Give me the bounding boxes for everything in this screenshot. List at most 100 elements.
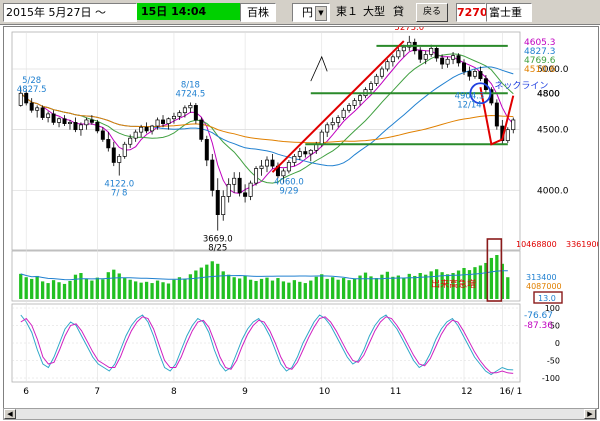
- candle-body: [297, 151, 302, 157]
- candle-body: [210, 159, 215, 191]
- candle-body: [128, 137, 133, 145]
- volume-bar: [73, 274, 78, 299]
- candle-body: [237, 177, 242, 194]
- candle-body: [57, 118, 62, 123]
- volume-bar: [183, 278, 187, 299]
- volume-bar: [281, 281, 286, 299]
- volume-bar: [369, 276, 373, 299]
- candle-body: [193, 105, 198, 121]
- candle-body: [451, 55, 456, 60]
- price-tick-label: 4500.0: [537, 126, 569, 136]
- size-label: 大型: [363, 5, 385, 18]
- currency-select[interactable]: 円 ▼: [292, 3, 330, 22]
- annotation-text: 7/ 8: [111, 189, 127, 199]
- chevron-down-icon[interactable]: ▼: [315, 5, 327, 21]
- volume-bar: [303, 283, 307, 299]
- annotation-text: 8/25: [208, 244, 227, 254]
- volume-bar: [144, 281, 149, 299]
- x-tick-label: 6: [23, 387, 29, 397]
- volume-bar: [68, 280, 72, 299]
- candle-body: [390, 56, 395, 63]
- volume-bar: [413, 275, 417, 299]
- volume-bar: [276, 278, 280, 299]
- price-tick-label: 4000.0: [537, 186, 569, 196]
- date-range-field[interactable]: 2015年 5月27日 ～: [3, 3, 137, 22]
- back-button[interactable]: 戻る: [416, 3, 448, 22]
- candle-body: [100, 130, 105, 140]
- candle-body: [73, 122, 78, 131]
- candle-body: [292, 156, 297, 163]
- scroll-right-icon[interactable]: ▶: [584, 409, 596, 419]
- volume-ma-value-label: 13.0: [538, 294, 556, 303]
- candle-body: [29, 102, 34, 111]
- candle-body: [379, 68, 384, 77]
- candle-body: [199, 119, 204, 140]
- volume-bar: [292, 280, 297, 299]
- volume-bar: [134, 281, 138, 299]
- volume-bar: [112, 269, 116, 299]
- chart-area[interactable]: ネックライン 出来高急増 5000.0 4800 4500.0 4000.0 6 7 8 9 10…: [3, 14, 600, 409]
- candle-body: [221, 196, 226, 216]
- candle-body: [150, 125, 155, 132]
- volume-bar: [79, 273, 83, 299]
- candle-body: [456, 55, 461, 64]
- candle-body: [319, 131, 324, 145]
- x-tick-label: 11: [390, 387, 401, 397]
- candle-body: [243, 192, 248, 197]
- x-tick-label: 8: [171, 387, 177, 397]
- volume-bar: [123, 278, 127, 299]
- volume-bar: [248, 279, 253, 299]
- candle-body: [368, 83, 373, 90]
- candle-body: [117, 156, 122, 163]
- candle-body: [341, 109, 346, 118]
- volume-bar: [227, 274, 231, 299]
- volume-bar: [402, 277, 406, 299]
- candle-body: [472, 71, 477, 77]
- candle-body: [78, 124, 83, 131]
- volume-bar: [363, 272, 368, 299]
- candle-body: [188, 105, 193, 109]
- volume-bar: [35, 275, 39, 299]
- volume-bar: [287, 282, 291, 299]
- candle-body: [177, 112, 182, 117]
- ma-value-label: 4510.6: [524, 65, 556, 75]
- volume-bar: [237, 278, 242, 299]
- candle-body: [445, 58, 450, 65]
- volume-bar: [199, 267, 203, 299]
- annotation-text: 4724.5: [176, 89, 206, 99]
- candle-body: [401, 46, 406, 52]
- volume-bar: [396, 275, 400, 299]
- volume-bar: [24, 277, 28, 299]
- volume-bar: [194, 270, 198, 299]
- oscillator-slow-line: [20, 316, 514, 374]
- candle-body: [133, 131, 138, 139]
- candle-body: [281, 170, 286, 177]
- chart-toolbar: 2015年 5月27日 ～ 15日 14:04 百株 円 ▼ 東１ 大型 貸 戻る…: [0, 0, 600, 25]
- candle-body: [358, 95, 363, 101]
- volume-bar: [205, 264, 209, 299]
- candle-body: [505, 129, 510, 141]
- margin-label: 貸: [393, 5, 404, 18]
- candle-body: [418, 50, 423, 60]
- oscillator-value-label: -76.67: [524, 311, 553, 321]
- moving-average-line: [20, 92, 514, 144]
- pattern-overlays: ネックライン出来高急増: [271, 40, 563, 304]
- candle-body: [462, 62, 467, 72]
- scroll-left-icon[interactable]: ◀: [4, 409, 16, 419]
- volume-bar: [30, 278, 34, 299]
- period-display: 15日 14:04: [137, 3, 241, 20]
- candle-body: [286, 162, 291, 172]
- horizontal-scrollbar[interactable]: ◀ ▶: [3, 408, 597, 420]
- candle-body: [155, 119, 160, 127]
- oscillator-lines: [12, 307, 520, 379]
- candle-body: [111, 147, 116, 163]
- candle-body: [171, 115, 176, 120]
- volume-bar: [374, 278, 379, 299]
- candle-body: [226, 183, 231, 197]
- volume-note: 出来高急増: [431, 278, 476, 290]
- volume-bar: [155, 280, 160, 299]
- volume-turnover-label: 3361900: [566, 240, 598, 249]
- candle-body: [144, 126, 149, 132]
- volume-bars: [19, 255, 510, 299]
- volume-bar: [210, 261, 214, 299]
